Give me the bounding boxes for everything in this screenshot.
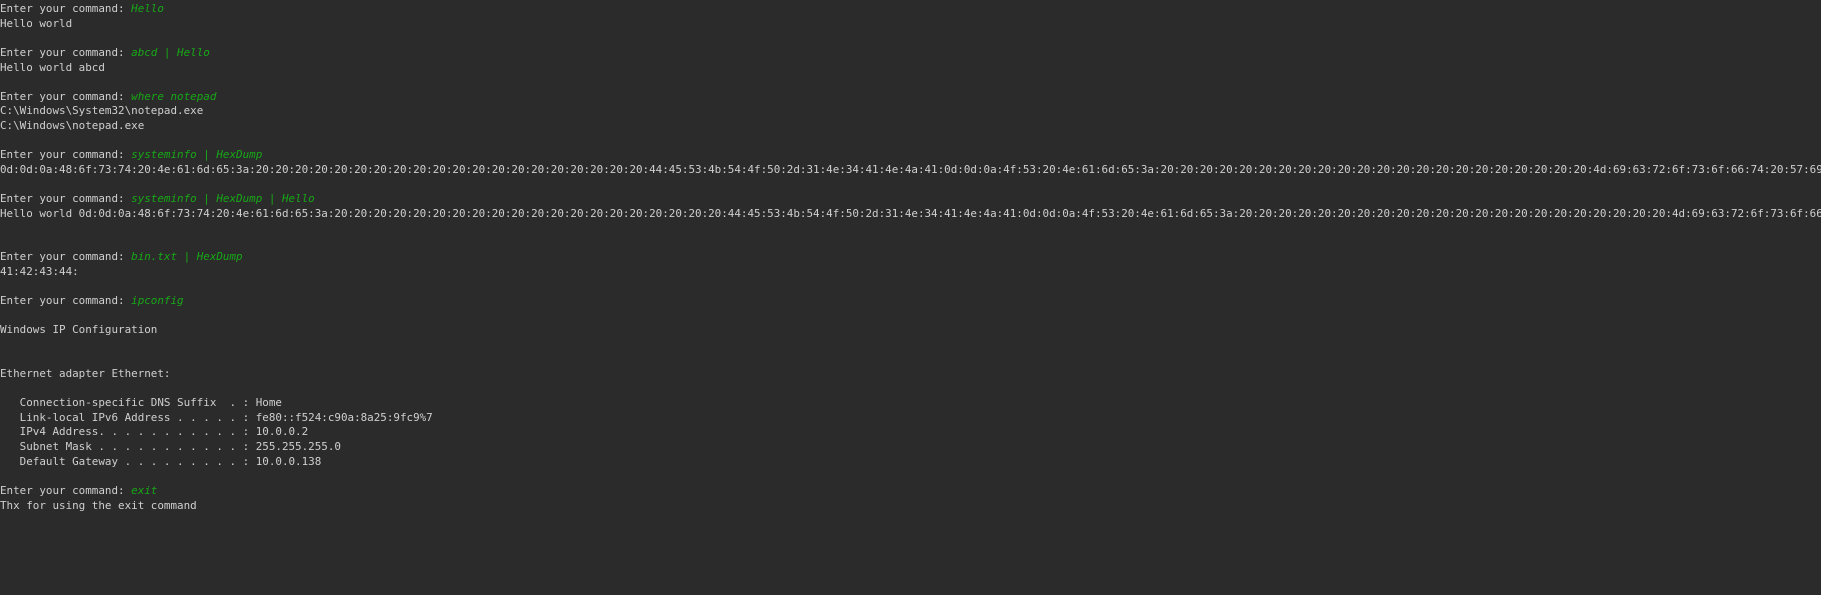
prompt-label: Enter your command:: [0, 484, 132, 497]
prompt-label: Enter your command:: [0, 148, 132, 161]
output-line: Hello world 0d:0d:0a:48:6f:73:74:20:4e:6…: [0, 207, 1821, 220]
command-text: Hello: [131, 2, 164, 15]
prompt-label: Enter your command:: [0, 46, 132, 59]
command-text: systeminfo | HexDump | Hello: [131, 192, 315, 205]
output-line: 41:42:43:44:: [0, 265, 79, 278]
command-text: systeminfo | HexDump: [131, 148, 263, 161]
command-text: abcd | Hello: [131, 46, 210, 59]
command-text: ipconfig: [131, 294, 184, 307]
prompt-label: Enter your command:: [0, 294, 132, 307]
prompt-label: Enter your command:: [0, 192, 132, 205]
output-line: Ethernet adapter Ethernet:: [0, 367, 171, 380]
output-line: Thx for using the exit command: [0, 499, 197, 512]
prompt-label: Enter your command:: [0, 250, 132, 263]
command-text: exit: [131, 484, 158, 497]
output-line: 0d:0d:0a:48:6f:73:74:20:4e:61:6d:65:3a:2…: [0, 163, 1821, 176]
output-line: Default Gateway . . . . . . . . . : 10.0…: [0, 455, 322, 468]
output-line: Hello world: [0, 17, 73, 30]
output-line: Hello world abcd: [0, 61, 105, 74]
output-line: C:\Windows\notepad.exe: [0, 119, 145, 132]
output-line: Windows IP Configuration: [0, 323, 158, 336]
prompt-line: Enter your command: ipconfig: [0, 292, 184, 309]
command-text: bin.txt | HexDump: [131, 250, 243, 263]
prompt-label: Enter your command:: [0, 2, 132, 15]
console-window[interactable]: Enter your command: Hello Hello world En…: [0, 0, 1821, 595]
